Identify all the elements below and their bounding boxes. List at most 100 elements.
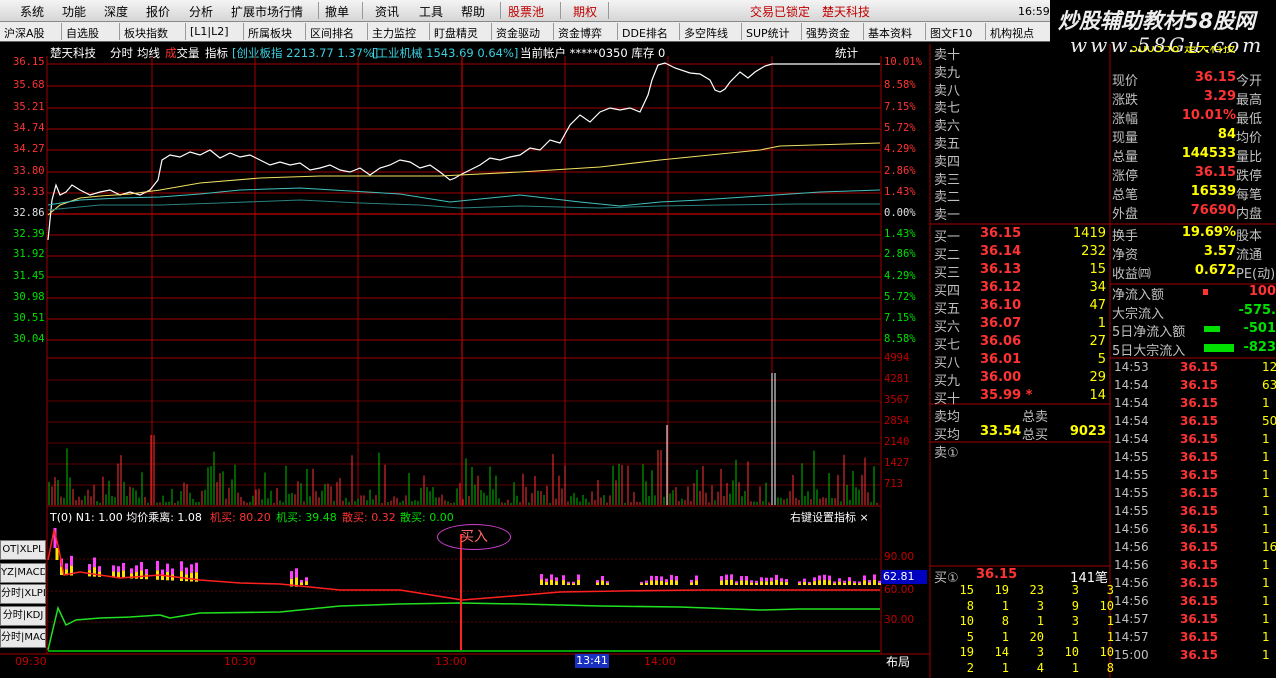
tick-row: 14:56 36.15 164	[1112, 540, 1276, 558]
tick-volume: 1	[1262, 522, 1270, 536]
tick-price: 36.15	[1180, 648, 1218, 662]
buy-level-price: 35.99 *	[980, 388, 1033, 403]
stat-label: 收益㈣	[1112, 267, 1152, 282]
queue-cell: 20	[1029, 629, 1044, 644]
indicator-bar-top	[803, 578, 806, 582]
orderbook-buy-row[interactable]: 买一 36.15 1419	[934, 226, 1110, 245]
indicator-switch-0[interactable]: OT|XLPL	[0, 540, 46, 560]
tick-row: 14:55 36.15 1	[1112, 504, 1276, 522]
sell-level-label: 卖六	[934, 119, 961, 135]
orderbook-buy-row[interactable]: 买四 36.12 34	[934, 280, 1110, 299]
queue-cell: 8	[1106, 660, 1114, 675]
orderbook-buy-row[interactable]: 买六 36.07 1	[934, 316, 1110, 335]
percent-tick: 8.58%	[884, 333, 916, 345]
sell-level-label: 卖十	[934, 48, 961, 63]
orderbook-buy-row[interactable]: 买三 36.13 15	[934, 262, 1110, 281]
tick-row: 15:00 36.15 1	[1112, 648, 1276, 666]
price-tick: 30.98	[13, 291, 45, 303]
indicator-switch-3[interactable]: 分时|KDJ	[0, 606, 46, 626]
queue-cell: 10	[959, 614, 974, 628]
indicator-bar-top	[65, 563, 68, 570]
indicator-bar-top	[750, 580, 753, 583]
price-tick: 34.74	[13, 122, 45, 134]
percent-tick: 7.15%	[884, 101, 916, 113]
buy-level-price: 36.06	[980, 334, 1022, 349]
indicator-bar-top	[140, 562, 143, 571]
orderbook-sell-row: 卖一	[934, 204, 1110, 224]
indicator-switch-2[interactable]: 分时|XLPL	[0, 584, 46, 604]
stat-value: 16539	[1190, 184, 1236, 199]
indicator-bar-bottom	[305, 581, 308, 585]
tick-row: 14:57 36.15 1	[1112, 612, 1276, 630]
buy-signal-marker: 买入	[437, 524, 511, 550]
indicator-switch-1[interactable]: YZ|MACD	[0, 563, 46, 583]
orderbook-buy-row[interactable]: 买二 36.14 232	[934, 244, 1110, 263]
indicator-bar-bottom	[180, 571, 183, 581]
queue-cell: 8	[966, 598, 974, 613]
orderbook-buy-row[interactable]: 买八 36.01 5	[934, 352, 1110, 371]
layout-button[interactable]: 布局	[886, 653, 910, 670]
sell-level-label: 卖七	[934, 101, 961, 117]
indicator-bar-bottom	[695, 580, 698, 585]
orderbook-buy-row[interactable]: 买七 36.06 27	[934, 334, 1110, 353]
tick-time: 14:57	[1114, 630, 1149, 644]
indicator-switch-4[interactable]: 分时|MACD	[0, 628, 46, 648]
buy-level-label: 买五	[934, 302, 961, 317]
tick-volume: 1	[1262, 486, 1270, 500]
tick-row: 14:54 36.15 63	[1112, 378, 1276, 396]
indicator-bar-bottom	[853, 583, 856, 585]
indicator-bar-bottom	[798, 583, 801, 585]
buy-level-price: 36.01	[980, 352, 1022, 367]
indicator-bar-bottom	[823, 579, 826, 585]
orderbook-buy-row[interactable]: 买十 35.99 * 14	[934, 388, 1110, 407]
indicator-bar-top	[785, 579, 788, 583]
tick-price: 36.15	[1180, 576, 1218, 590]
indicator-bar-top	[725, 574, 728, 580]
stat-label-2: 流通	[1236, 248, 1263, 263]
volume-tick: 2140	[884, 436, 910, 448]
indicator-bar-bottom	[567, 583, 570, 585]
buy-level-price: 36.12	[980, 280, 1022, 295]
buy-level-price: 36.13	[980, 262, 1022, 277]
sell-level-label: 卖一	[934, 208, 961, 224]
tick-volume: 1	[1262, 558, 1270, 572]
stat-row: 外盘 76690 内盘	[1112, 203, 1276, 222]
indicator-bar-top	[130, 568, 133, 574]
stat-value: 10.01%	[1181, 108, 1236, 123]
price-tick: 35.21	[13, 101, 45, 113]
indicator-bar-top	[601, 575, 604, 581]
stat-label-2: 股本	[1236, 229, 1263, 244]
queue-cell: 3	[1071, 583, 1079, 597]
flow-value: -575.	[1238, 302, 1276, 318]
stat-label-2: 最高	[1236, 93, 1263, 108]
tick-price: 36.15	[1180, 504, 1218, 518]
indicator-bar-bottom	[601, 580, 604, 585]
tick-volume: 1	[1262, 396, 1270, 410]
time-1030: 10:30	[224, 655, 256, 668]
tick-row: 14:56 36.15 1	[1112, 522, 1276, 540]
indicator-bar-bottom	[640, 583, 643, 585]
indicator-bar-top	[145, 569, 148, 575]
buy-level-volume: 15	[1089, 262, 1106, 277]
indicator-bar-bottom	[808, 583, 811, 585]
price-tick: 30.04	[13, 333, 45, 345]
price-tick: 32.86	[13, 207, 45, 219]
orderbook-buy-row[interactable]: 买九 36.00 29	[934, 370, 1110, 389]
indicator-bar-top	[818, 575, 821, 581]
indicator-bar-bottom	[775, 579, 778, 585]
tick-row: 14:55 36.15 1	[1112, 486, 1276, 504]
buy-level-volume: 232	[1081, 244, 1106, 259]
tick-time: 14:53	[1114, 360, 1149, 374]
volume-tick: 4994	[884, 352, 910, 364]
indicator-bar-top	[780, 578, 783, 582]
tick-row: 14:55 36.15 1	[1112, 468, 1276, 486]
buy-level-label: 买三	[934, 266, 961, 281]
sell-avg-row: 卖均 总卖	[934, 406, 1110, 425]
flow-value: 100	[1248, 284, 1276, 299]
orderbook-buy-row[interactable]: 买五 36.10 47	[934, 298, 1110, 317]
indicator-bar-top	[300, 579, 303, 583]
indicator-settings-hint[interactable]: 右键设置指标 ×	[790, 509, 869, 525]
percent-tick: 4.29%	[884, 143, 916, 155]
indicator-bar-bottom	[660, 580, 663, 585]
indicator-bar-bottom	[190, 572, 193, 582]
